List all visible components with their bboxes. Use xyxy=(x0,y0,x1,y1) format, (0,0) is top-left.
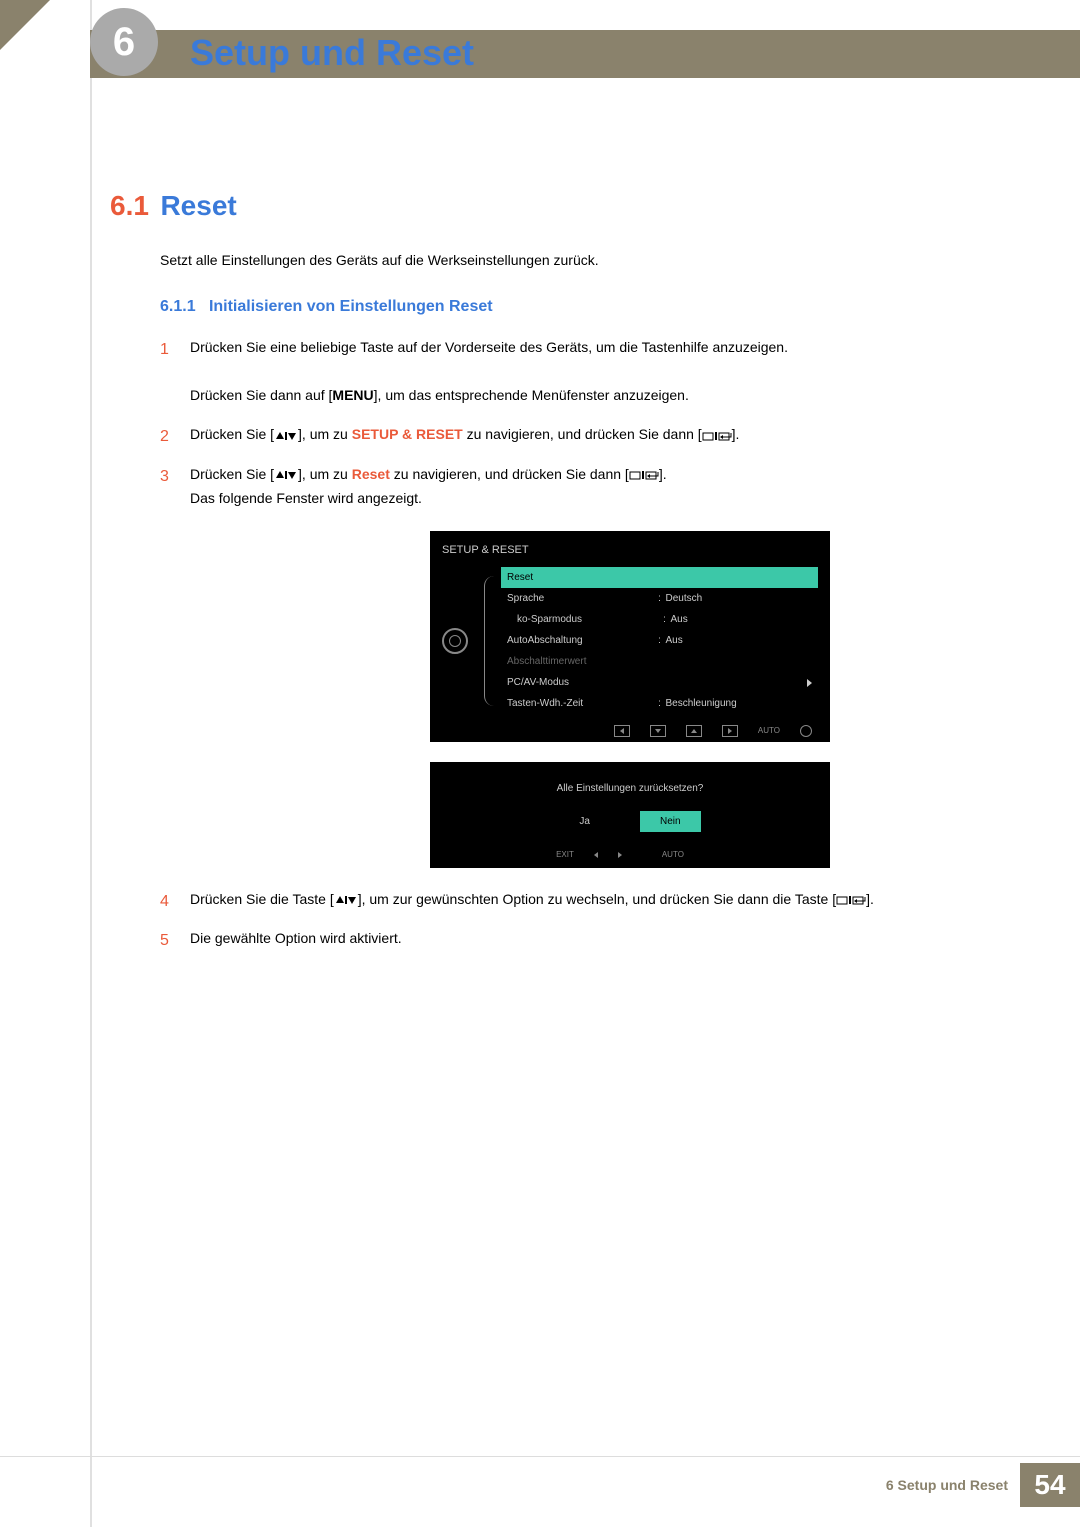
footer-page-number: 54 xyxy=(1020,1463,1080,1507)
confirm-yes-button: Ja xyxy=(559,811,610,832)
subsection-number: 6.1.1 xyxy=(160,298,196,315)
osd-item-value: Aus xyxy=(666,632,813,649)
nav-right-icon xyxy=(618,852,622,858)
source-enter-icon xyxy=(702,430,732,442)
section-title: Reset xyxy=(160,190,236,221)
confirm-no-button: Nein xyxy=(640,811,701,832)
step-5: 5 Die gewählte Option wird aktiviert. xyxy=(160,927,1040,951)
osd-item-value: Beschleunigung xyxy=(666,695,813,712)
subsection-title: Initialisieren von Einstellungen Reset xyxy=(209,298,493,315)
osd-item-eco: ko-Sparmodus:Aus xyxy=(501,609,818,630)
step-3-c: zu navigieren, und drücken Sie dann [ xyxy=(390,466,629,482)
nav-exit-label: EXIT xyxy=(556,848,574,862)
footer-divider xyxy=(0,1456,1080,1457)
footer-chapter-label: 6 Setup und Reset xyxy=(886,1477,1008,1493)
step-4: 4 Drücken Sie die Taste [ ], um zur gewün… xyxy=(160,888,1040,912)
step-3-a: Drücken Sie [ xyxy=(190,466,274,482)
step-4-a: Drücken Sie die Taste [ xyxy=(190,891,334,907)
osd-body: Reset Sprache:Deutsch ko-Sparmodus:Aus A… xyxy=(442,567,818,714)
confirm-prompt: Alle Einstellungen zurücksetzen? xyxy=(442,780,818,797)
page-footer: 6 Setup und Reset 54 xyxy=(886,1463,1080,1507)
step-text: Die gewählte Option wird aktiviert. xyxy=(190,930,402,946)
section-heading: 6.1 Reset xyxy=(110,190,1040,222)
manual-page: 6 Setup und Reset 6.1 Reset Setzt alle E… xyxy=(0,0,1080,1527)
step-2-a: Drücken Sie [ xyxy=(190,426,274,442)
source-enter-icon xyxy=(629,469,659,481)
step-2: 2 Drücken Sie [ ], um zu SETUP & RESET zu… xyxy=(160,423,1040,447)
step-1-line2a: Drücken Sie dann auf [ xyxy=(190,387,332,403)
menu-key-label: MENU xyxy=(332,387,373,403)
nav-up-icon xyxy=(686,725,702,737)
step-3-b: ], um zu xyxy=(298,466,352,482)
chapter-title: Setup und Reset xyxy=(190,32,474,74)
osd-item-sprache: Sprache:Deutsch xyxy=(501,588,818,609)
nav-down-icon xyxy=(650,725,666,737)
nav-left-icon xyxy=(614,725,630,737)
osd-item-label: AutoAbschaltung xyxy=(507,632,654,649)
osd-item-reset: Reset xyxy=(501,567,818,588)
submenu-arrow-icon xyxy=(807,679,812,687)
up-down-arrow-icon xyxy=(274,469,298,481)
osd-menu-title: SETUP & RESET xyxy=(442,541,818,560)
step-number: 3 xyxy=(160,463,169,490)
step-number: 5 xyxy=(160,927,169,954)
source-enter-icon xyxy=(836,894,866,906)
osd-menu: SETUP & RESET Reset Sprache:Deutsch ko-S… xyxy=(430,531,830,742)
step-1-line2b: ], um das entsprechende Menüfenster anzu… xyxy=(374,387,689,403)
osd-screenshot-wrap: SETUP & RESET Reset Sprache:Deutsch ko-S… xyxy=(430,531,830,868)
section-number: 6.1 xyxy=(110,190,156,222)
osd-nav-bar: AUTO xyxy=(442,724,818,738)
confirm-buttons: Ja Nein xyxy=(442,811,818,832)
step-1: 1 Drücken Sie eine beliebige Taste auf d… xyxy=(160,336,1040,407)
power-icon xyxy=(800,725,812,737)
section-intro-text: Setzt alle Einstellungen des Geräts auf … xyxy=(160,252,1040,268)
step-2-b: ], um zu xyxy=(298,426,352,442)
step-3-followup: Das folgende Fenster wird angezeigt. xyxy=(190,490,422,506)
osd-confirm-dialog: Alle Einstellungen zurücksetzen? Ja Nein… xyxy=(430,762,830,868)
osd-item-value: Aus xyxy=(671,611,813,628)
osd-menu-list: Reset Sprache:Deutsch ko-Sparmodus:Aus A… xyxy=(501,567,818,714)
gear-icon xyxy=(442,628,468,654)
page-corner-fold xyxy=(0,0,50,50)
nav-left-icon xyxy=(594,852,598,858)
step-4-b: ], um zur gewünschten Option zu wechseln… xyxy=(358,891,836,907)
nav-right-icon xyxy=(722,725,738,737)
osd-item-label: Tasten-Wdh.-Zeit xyxy=(507,695,654,712)
step-number: 1 xyxy=(160,336,169,363)
osd-item-repeat: Tasten-Wdh.-Zeit:Beschleunigung xyxy=(501,693,818,714)
osd-item-label: Sprache xyxy=(507,590,654,607)
osd-item-pcav: PC/AV-Modus xyxy=(501,672,818,693)
menu-curve-decoration xyxy=(484,576,501,706)
step-number: 2 xyxy=(160,423,169,450)
setup-reset-keyword: SETUP & RESET xyxy=(352,426,463,442)
subsection-heading: 6.1.1 Initialisieren von Einstellungen R… xyxy=(160,298,1040,316)
step-number: 4 xyxy=(160,888,169,915)
nav-auto-label: AUTO xyxy=(662,848,684,862)
reset-keyword: Reset xyxy=(352,466,390,482)
osd-item-label: ko-Sparmodus xyxy=(507,611,659,628)
osd-item-label: Abschalttimerwert xyxy=(507,653,812,670)
nav-auto-label: AUTO xyxy=(758,724,780,738)
up-down-arrow-icon xyxy=(274,430,298,442)
step-3-d: ]. xyxy=(659,466,667,482)
osd-item-timer: Abschalttimerwert xyxy=(501,651,818,672)
step-4-c: ]. xyxy=(866,891,874,907)
step-2-d: ]. xyxy=(732,426,740,442)
osd-item-value: Deutsch xyxy=(666,590,813,607)
step-text: Drücken Sie eine beliebige Taste auf der… xyxy=(190,339,788,355)
page-content: 6.1 Reset Setzt alle Einstellungen des G… xyxy=(110,180,1040,967)
margin-line xyxy=(90,0,92,1527)
chapter-number-badge: 6 xyxy=(90,8,158,76)
step-2-c: zu navigieren, und drücken Sie dann [ xyxy=(463,426,702,442)
osd-item-auto-off: AutoAbschaltung:Aus xyxy=(501,630,818,651)
osd-item-label: Reset xyxy=(507,569,812,586)
confirm-nav-bar: EXIT AUTO xyxy=(442,848,818,862)
osd-item-label: PC/AV-Modus xyxy=(507,674,651,691)
up-down-arrow-icon xyxy=(334,894,358,906)
step-3: 3 Drücken Sie [ ], um zu Reset zu navigie… xyxy=(160,463,1040,867)
step-list: 1 Drücken Sie eine beliebige Taste auf d… xyxy=(160,336,1040,951)
